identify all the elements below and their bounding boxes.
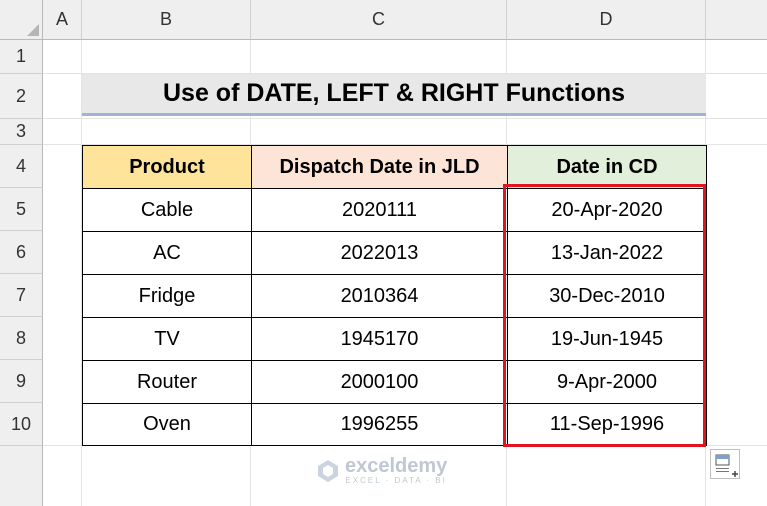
- row-header-11[interactable]: [0, 446, 43, 506]
- table-cell-product[interactable]: TV: [82, 317, 252, 361]
- table-cell-product[interactable]: AC: [82, 231, 252, 275]
- table-header-product[interactable]: Product: [82, 145, 252, 189]
- row-header-2[interactable]: 2: [0, 74, 43, 119]
- select-all-triangle-icon: [27, 24, 39, 36]
- column-header-d[interactable]: D: [507, 0, 706, 40]
- column-header-e[interactable]: [706, 0, 767, 40]
- table-header-date-in-cd[interactable]: Date in CD: [507, 145, 707, 189]
- row-header-10[interactable]: 10: [0, 403, 43, 446]
- row-header-1[interactable]: 1: [0, 40, 43, 74]
- row-header-5[interactable]: 5: [0, 188, 43, 231]
- table-cell-jld[interactable]: 2020111: [251, 188, 508, 232]
- table-cell-jld[interactable]: 2010364: [251, 274, 508, 318]
- column-header-c[interactable]: C: [251, 0, 507, 40]
- quick-analysis-icon: [715, 454, 738, 477]
- highlight-box: [503, 184, 706, 447]
- watermark: exceldemy EXCEL · DATA · BI: [315, 456, 447, 485]
- watermark-name: exceldemy: [345, 455, 448, 477]
- table-cell-product[interactable]: Cable: [82, 188, 252, 232]
- row-header-3[interactable]: 3: [0, 119, 43, 145]
- watermark-tagline: EXCEL · DATA · BI: [345, 476, 447, 485]
- row-header-7[interactable]: 7: [0, 274, 43, 317]
- column-header-a[interactable]: A: [43, 0, 82, 40]
- table-cell-jld[interactable]: 1996255: [251, 403, 508, 446]
- row-header-8[interactable]: 8: [0, 317, 43, 360]
- table-cell-product[interactable]: Fridge: [82, 274, 252, 318]
- table-cell-product[interactable]: Router: [82, 360, 252, 404]
- table-cell-product[interactable]: Oven: [82, 403, 252, 446]
- column-header-b[interactable]: B: [82, 0, 251, 40]
- row-header-4[interactable]: 4: [0, 145, 43, 188]
- table-cell-jld[interactable]: 1945170: [251, 317, 508, 361]
- sheet-title[interactable]: Use of DATE, LEFT & RIGHT Functions: [82, 74, 706, 116]
- row-header-9[interactable]: 9: [0, 360, 43, 403]
- table-cell-jld[interactable]: 2000100: [251, 360, 508, 404]
- row-header-6[interactable]: 6: [0, 231, 43, 274]
- table-cell-jld[interactable]: 2022013: [251, 231, 508, 275]
- select-all-corner[interactable]: [0, 0, 43, 40]
- exceldemy-logo-icon: [318, 459, 338, 482]
- quick-analysis-button[interactable]: [710, 449, 740, 479]
- table-header-dispatch-date[interactable]: Dispatch Date in JLD: [251, 145, 508, 189]
- gridline: [43, 118, 767, 119]
